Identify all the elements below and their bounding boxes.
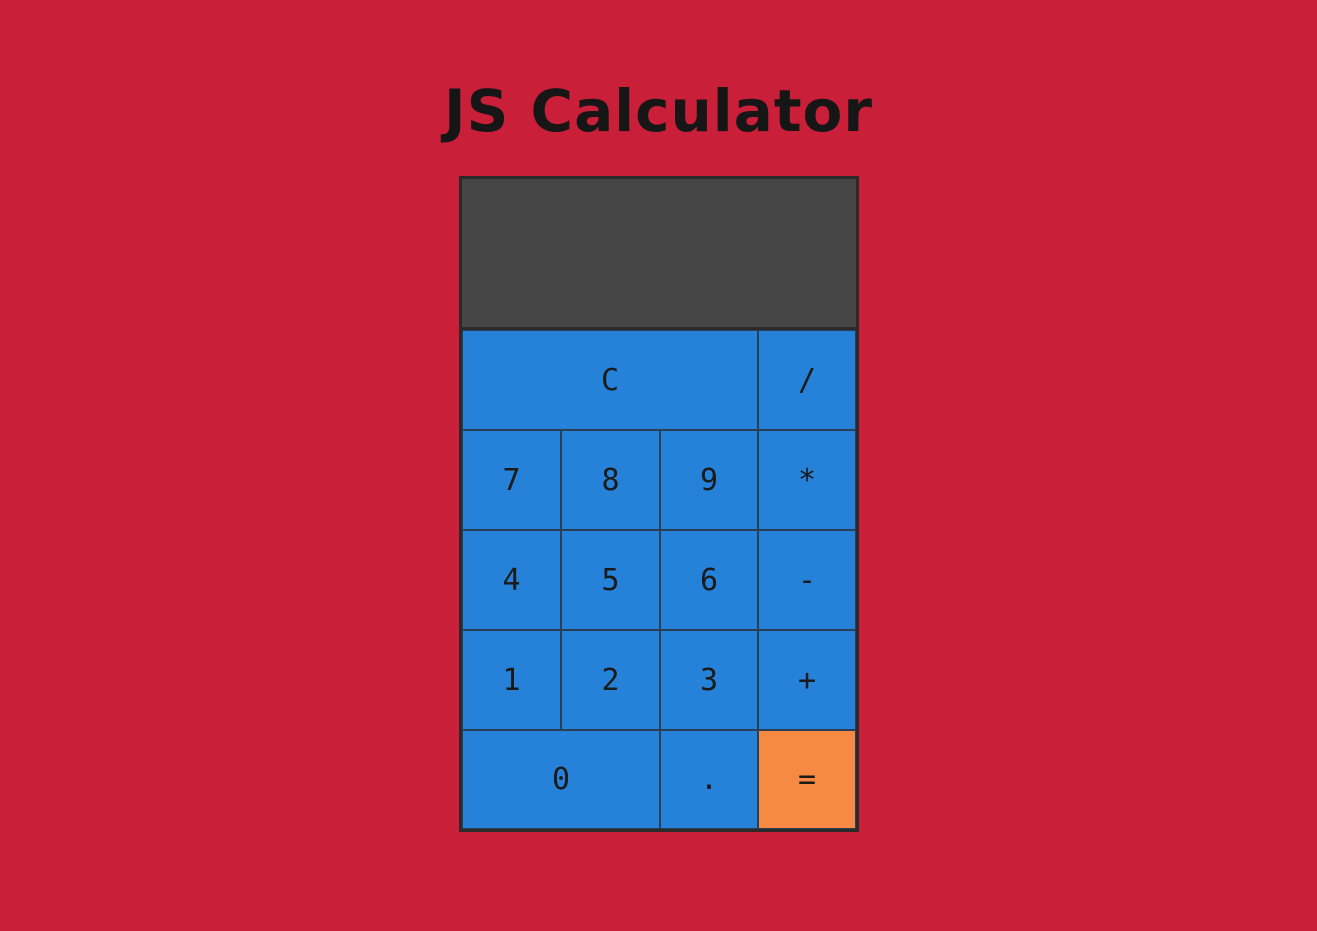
- divide-button[interactable]: /: [758, 330, 856, 430]
- display-value: [838, 230, 856, 276]
- digit-8-button[interactable]: 8: [561, 430, 660, 530]
- keypad: C / 7 8 9 * 4 5 6 - 1 2 3 + 0 . =: [462, 330, 856, 829]
- calculator: C / 7 8 9 * 4 5 6 - 1 2 3 + 0 . =: [459, 176, 859, 832]
- subtract-button[interactable]: -: [758, 530, 856, 630]
- equals-button[interactable]: =: [758, 730, 856, 829]
- digit-3-button[interactable]: 3: [660, 630, 758, 730]
- digit-0-button[interactable]: 0: [462, 730, 660, 829]
- digit-5-button[interactable]: 5: [561, 530, 660, 630]
- digit-2-button[interactable]: 2: [561, 630, 660, 730]
- multiply-button[interactable]: *: [758, 430, 856, 530]
- clear-button[interactable]: C: [462, 330, 758, 430]
- digit-7-button[interactable]: 7: [462, 430, 561, 530]
- digit-6-button[interactable]: 6: [660, 530, 758, 630]
- digit-4-button[interactable]: 4: [462, 530, 561, 630]
- digit-1-button[interactable]: 1: [462, 630, 561, 730]
- add-button[interactable]: +: [758, 630, 856, 730]
- decimal-button[interactable]: .: [660, 730, 758, 829]
- digit-9-button[interactable]: 9: [660, 430, 758, 530]
- page-title: JS Calculator: [444, 77, 873, 145]
- calculator-display: [462, 179, 856, 330]
